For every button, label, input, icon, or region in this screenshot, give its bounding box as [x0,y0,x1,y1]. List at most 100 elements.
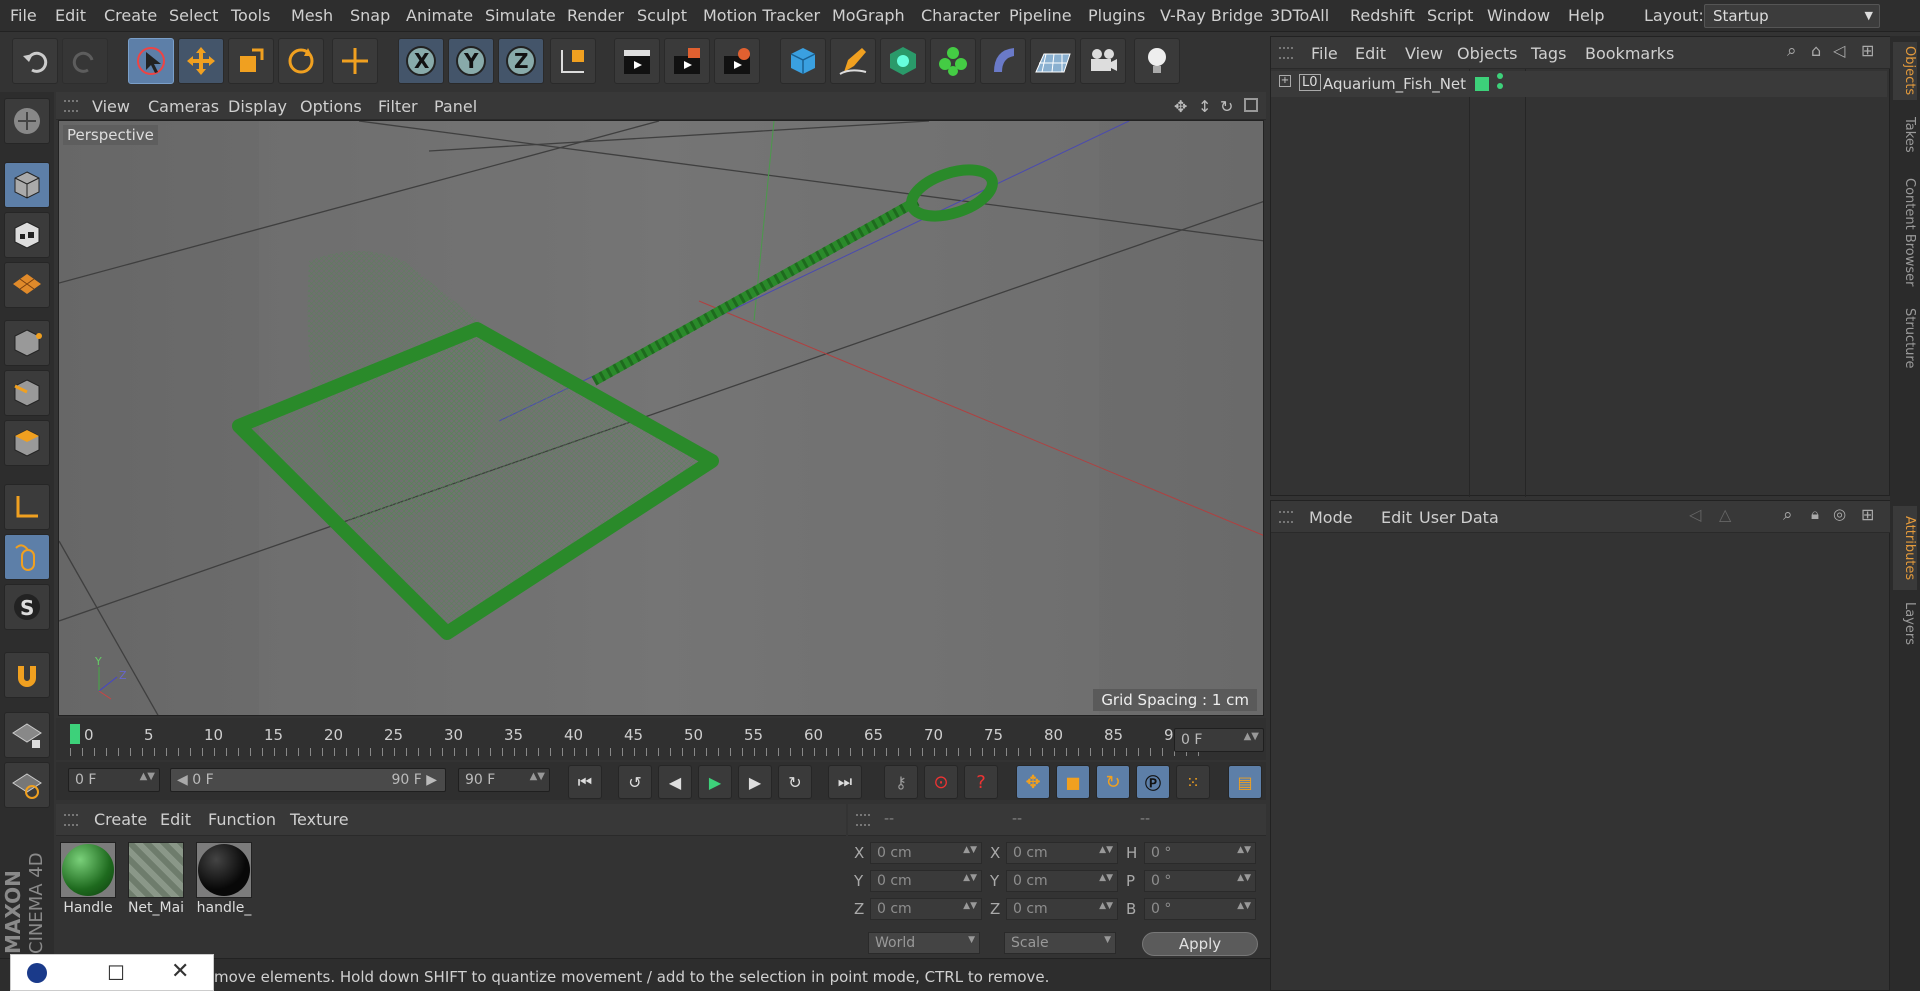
menu-motion-tracker[interactable]: Motion Tracker [703,6,820,25]
texture-mode-button[interactable] [4,212,50,258]
render-view-button[interactable] [614,38,660,84]
render-picture-viewer-button[interactable] [664,38,710,84]
object-row[interactable]: + L0 Aquarium_Fish_Net [1271,71,1887,97]
menu-sculpt[interactable]: Sculpt [637,6,687,25]
rotate-tool-button[interactable] [278,38,324,84]
previous-frame-button[interactable]: ◀ [658,765,692,799]
viewport-zoom-icon[interactable]: ↕ [1198,97,1211,116]
next-frame-button[interactable]: ▶ [738,765,772,799]
menu-edit[interactable]: Edit [55,6,86,25]
obj-menu-tags[interactable]: Tags [1531,44,1566,63]
render-settings-button[interactable] [714,38,760,84]
recent-tool-button[interactable] [332,38,378,84]
key-position-button[interactable]: ✥ [1016,765,1050,799]
coord-value-field[interactable]: 0 ° ▲▼ [1144,898,1256,920]
new-panel-icon[interactable]: ⊞ [1861,41,1874,60]
menu-help[interactable]: Help [1568,6,1604,25]
timeline-ruler[interactable]: 051015202530354045505560657075808590 0 F… [56,718,1266,760]
menu-redshift[interactable]: Redshift [1350,6,1415,25]
vp-menu-display[interactable]: Display [228,97,287,116]
tab-attributes[interactable]: Attributes [1893,506,1917,590]
coord-mode-scale-select[interactable]: Scale ▼ [1004,932,1116,954]
undo-button[interactable] [12,38,58,84]
material-net[interactable]: Net_Mai [126,840,186,920]
pen-spline-button[interactable] [830,38,876,84]
menu-script[interactable]: Script [1427,6,1473,25]
attr-menu-mode[interactable]: Mode [1309,508,1353,527]
live-selection-button[interactable] [128,38,174,84]
coord-value-field[interactable]: 0 cm ▲▼ [1006,870,1118,892]
menu-3dtoall[interactable]: 3DToAll [1270,6,1329,25]
vp-menu-filter[interactable]: Filter [378,97,418,116]
go-to-end-button[interactable]: ⏭ [828,765,862,799]
tab-layers[interactable]: Layers [1893,596,1917,652]
menu-tools[interactable]: Tools [231,6,270,25]
mat-menu-create[interactable]: Create [94,810,147,829]
vp-menu-cameras[interactable]: Cameras [148,97,219,116]
material-handle-black[interactable]: handle_ [194,840,254,920]
close-icon[interactable]: ✕ [171,959,189,984]
current-frame-field[interactable]: 0 F ▲▼ [1174,728,1264,752]
vp-menu-panel[interactable]: Panel [434,97,477,116]
go-to-start-button[interactable]: ⏮ [568,765,602,799]
coord-value-field[interactable]: 0 ° ▲▼ [1144,842,1256,864]
obj-menu-file[interactable]: File [1311,44,1338,63]
edges-mode-button[interactable] [4,370,50,416]
obj-menu-edit[interactable]: Edit [1355,44,1386,63]
drag-handle-icon[interactable] [64,814,78,826]
key-parameter-button[interactable]: Ⓟ [1136,765,1170,799]
solo-button[interactable]: S [4,584,50,630]
mat-menu-texture[interactable]: Texture [290,810,349,829]
axis-mode-button[interactable] [4,484,50,530]
search-icon[interactable]: ⌕ [1783,505,1793,525]
obj-menu-objects[interactable]: Objects [1457,44,1517,63]
cloner-button[interactable] [930,38,976,84]
move-tool-button[interactable] [178,38,224,84]
coord-value-field[interactable]: 0 ° ▲▼ [1144,870,1256,892]
menu-animate[interactable]: Animate [406,6,473,25]
coord-value-field[interactable]: 0 cm ▲▼ [1006,842,1118,864]
menu-character[interactable]: Character [921,6,1000,25]
key-rotation-button[interactable]: ↻ [1096,765,1130,799]
layer-color-swatch[interactable] [1475,77,1489,91]
menu-file[interactable]: File [10,6,37,25]
drag-handle-icon[interactable] [64,100,78,112]
menu-plugins[interactable]: Plugins [1088,6,1145,25]
coord-value-field[interactable]: 0 cm ▲▼ [870,898,982,920]
locked-workplane-button[interactable] [4,712,50,758]
perspective-viewport[interactable]: Y Z Perspective Grid Spacing : 1 cm [58,120,1264,716]
maximize-icon[interactable]: ☐ [107,961,125,985]
coord-value-field[interactable]: 0 cm ▲▼ [870,870,982,892]
mat-menu-edit[interactable]: Edit [160,810,191,829]
menu-create[interactable]: Create [104,6,157,25]
target-icon[interactable]: ◎ [1833,505,1846,523]
vp-menu-options[interactable]: Options [300,97,362,116]
z-axis-button[interactable]: Z [498,38,544,84]
menu-mesh[interactable]: Mesh [291,6,333,25]
obj-menu-view[interactable]: View [1405,44,1443,63]
search-icon[interactable]: ⌕ [1787,41,1797,61]
new-panel-icon[interactable]: ⊞ [1861,505,1874,524]
coordinate-system-button[interactable] [550,38,596,84]
tab-content-browser[interactable]: Content Browser [1893,172,1917,292]
menu-render[interactable]: Render [567,6,624,25]
attr-menu-user-data[interactable]: User Data [1419,508,1499,527]
nav-back-icon[interactable]: ◁ [1689,505,1701,524]
preview-range-slider[interactable]: ◀ 0 F 90 F ▶ [170,768,446,792]
attr-menu-edit[interactable]: Edit [1381,508,1412,527]
x-axis-button[interactable]: X [398,38,444,84]
menu-pipeline[interactable]: Pipeline [1009,6,1072,25]
cube-primitive-button[interactable] [780,38,826,84]
tab-takes[interactable]: Takes [1893,112,1917,158]
obj-menu-bookmarks[interactable]: Bookmarks [1585,44,1674,63]
drag-handle-icon[interactable] [1279,511,1293,523]
vp-menu-view[interactable]: View [92,97,130,116]
menu-vray-bridge[interactable]: V-Ray Bridge [1160,6,1263,25]
light-button[interactable] [1134,38,1180,84]
start-frame-field[interactable]: 0 F ▲▼ [68,768,160,792]
make-editable-button[interactable] [4,98,50,144]
viewport-orbit-icon[interactable]: ↻ [1220,97,1233,116]
key-scale-button[interactable]: ■ [1056,765,1090,799]
keyframe-selection-button[interactable]: ? [964,765,998,799]
menu-window[interactable]: Window [1487,6,1550,25]
